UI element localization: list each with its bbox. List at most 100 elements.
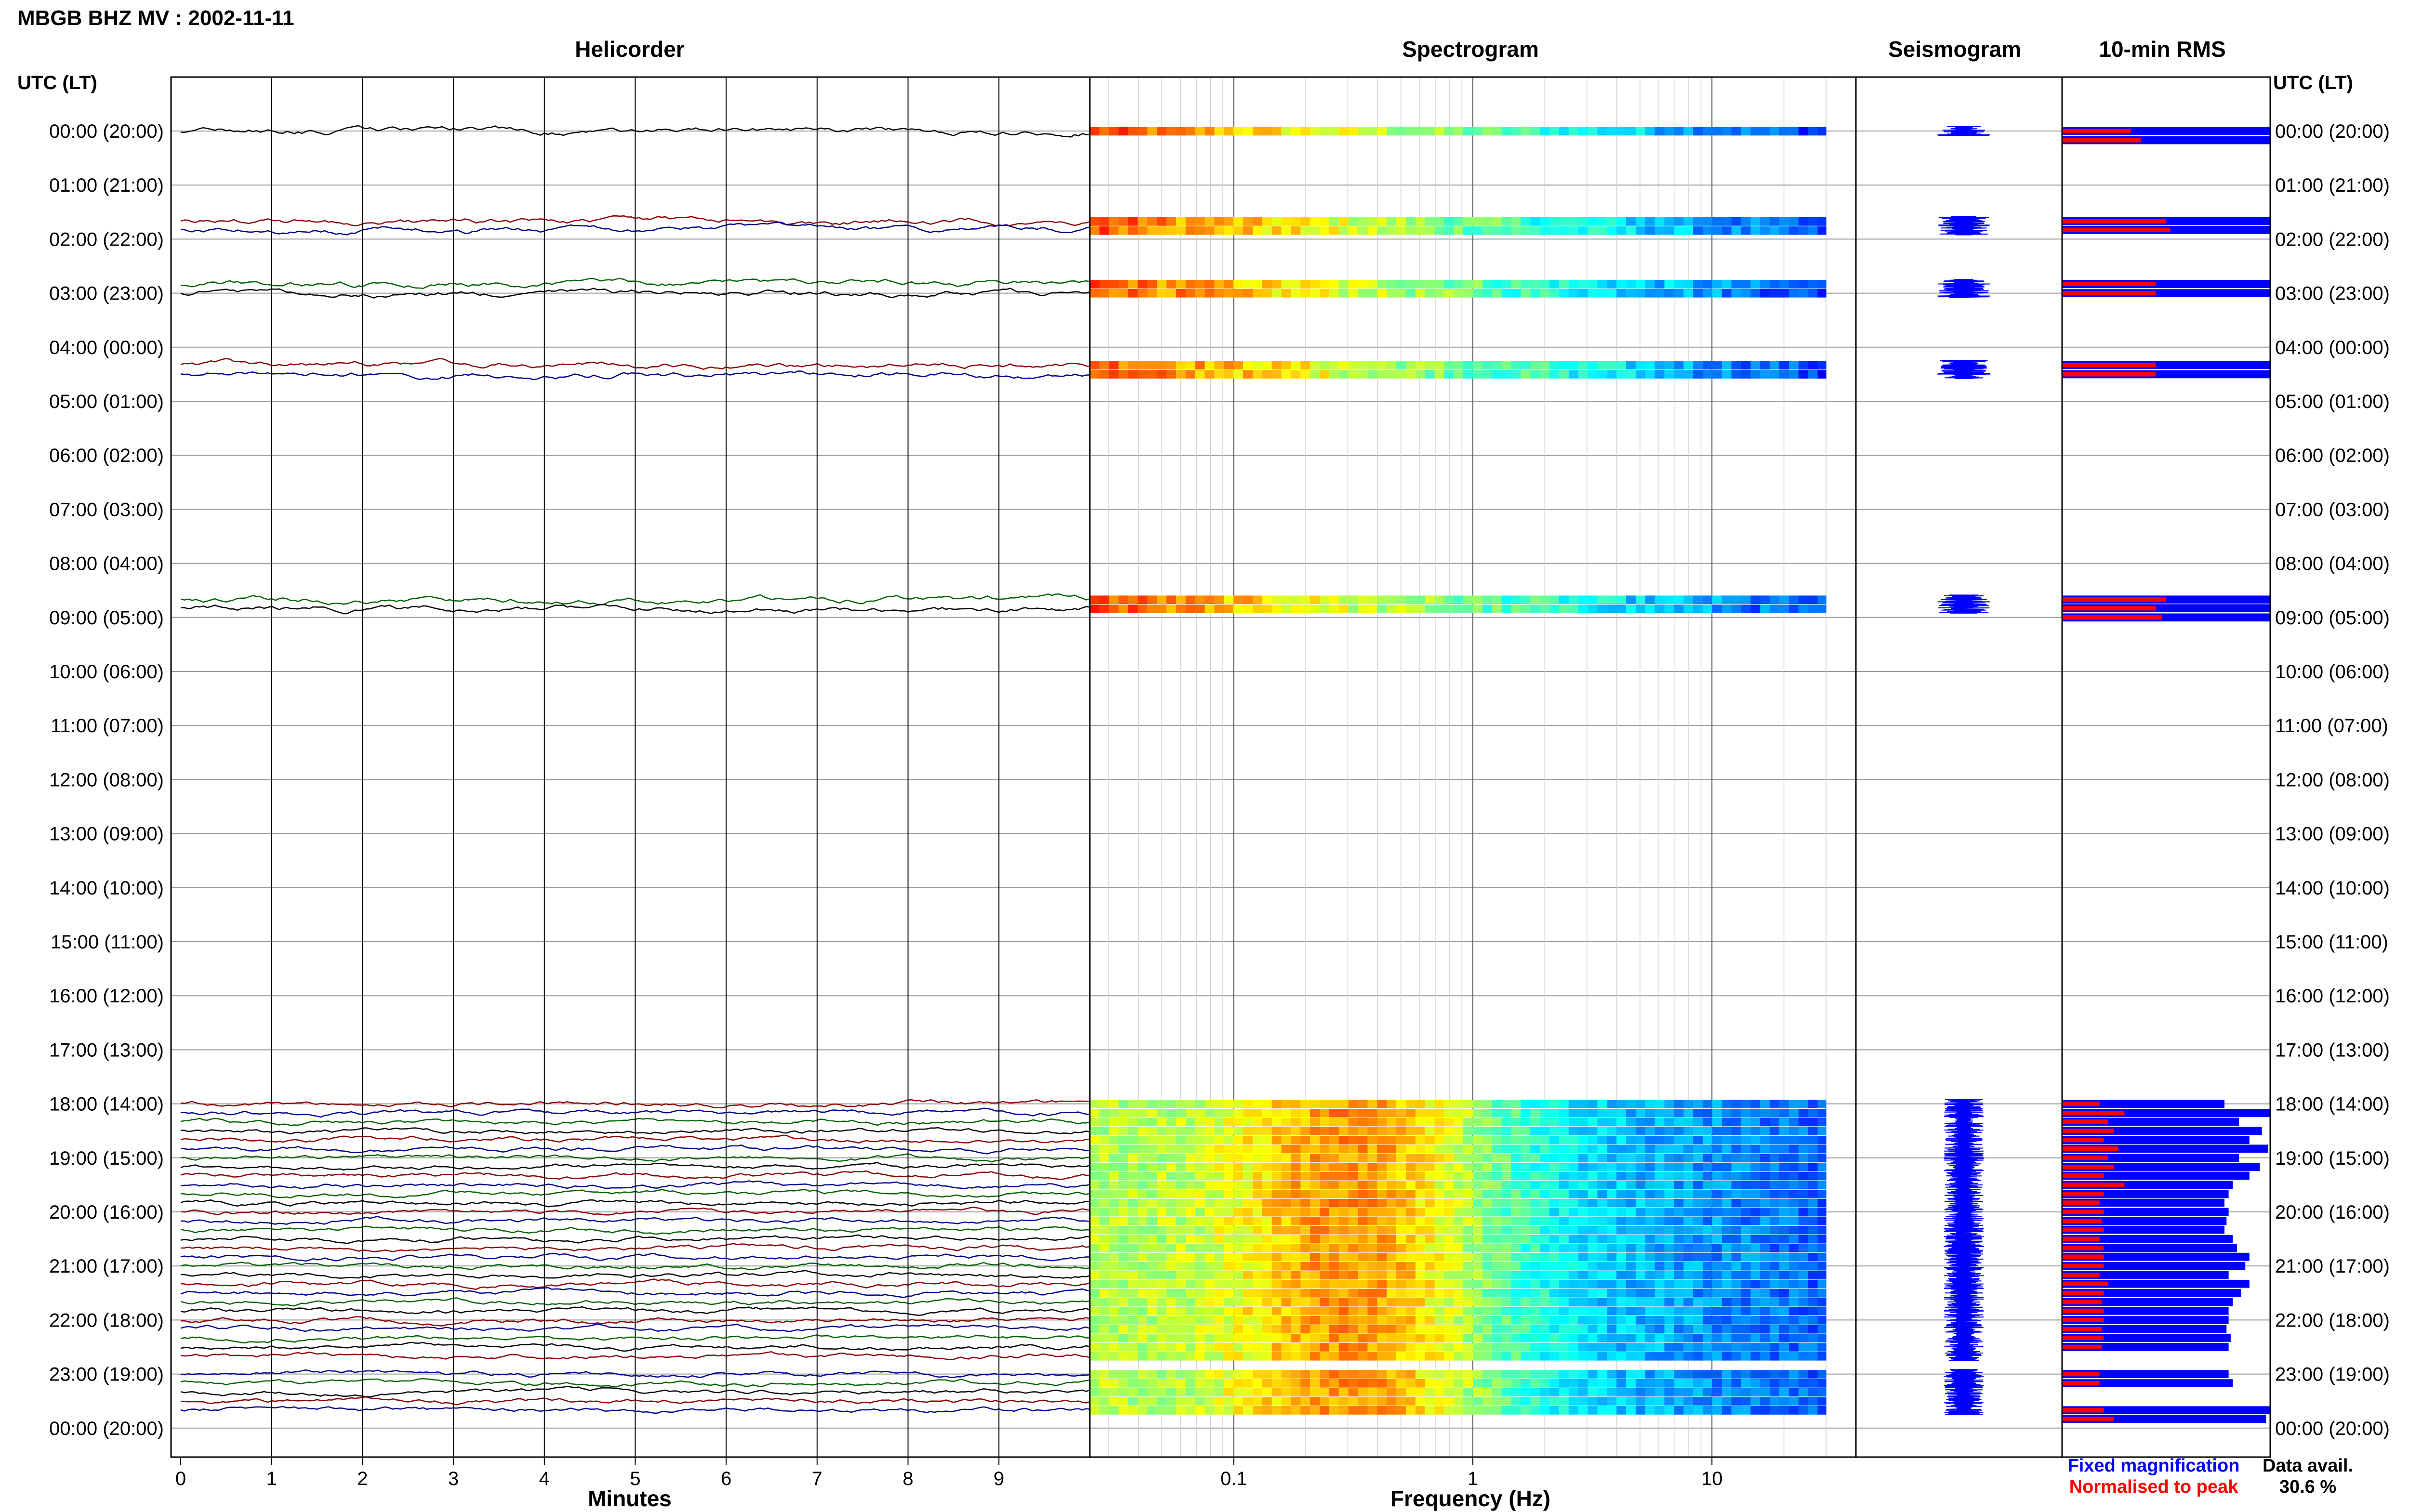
- spectrogram-cell: [1760, 370, 1770, 379]
- spectrogram-cell: [1588, 1154, 1598, 1163]
- spectrogram-cell: [1645, 1289, 1655, 1298]
- spectrogram-cell: [1683, 1100, 1694, 1108]
- spectrogram-cell: [1109, 127, 1119, 136]
- spectrogram-cell: [1358, 1271, 1368, 1280]
- spectrogram-cell: [1377, 1127, 1387, 1136]
- spectrogram-cell: [1559, 1271, 1569, 1280]
- spectrogram-cell: [1128, 1325, 1138, 1334]
- spectrogram-cell: [1348, 1100, 1359, 1108]
- spectrogram-cell: [1779, 1379, 1789, 1388]
- spectrogram-cell: [1358, 1217, 1368, 1226]
- spectrogram-cell: [1578, 1316, 1588, 1325]
- spectrogram-cell: [1118, 1271, 1129, 1280]
- spectrogram-cell: [1530, 1171, 1540, 1181]
- spectrogram-cell: [1396, 1181, 1406, 1190]
- spectrogram-cell: [1501, 1280, 1512, 1288]
- spectrogram-cell: [1118, 1181, 1129, 1190]
- spectrogram-cell: [1693, 1406, 1703, 1415]
- spectrogram-cell: [1712, 1298, 1722, 1307]
- spectrogram-cell: [1281, 595, 1291, 605]
- spectrogram-cell: [1664, 1406, 1674, 1415]
- spectrogram-cell: [1233, 1271, 1244, 1280]
- spectrogram-cell: [1712, 1154, 1722, 1163]
- spectrogram-cell: [1358, 1226, 1368, 1235]
- spectrogram-cell: [1788, 1406, 1799, 1415]
- spectrogram-cell: [1788, 1198, 1799, 1208]
- spectrogram-cell: [1597, 1235, 1607, 1244]
- spectrogram-cell: [1760, 1325, 1770, 1334]
- rms-normalised-bar: [2062, 1236, 2100, 1241]
- spectrogram-cell: [1770, 1316, 1780, 1325]
- spectrogram-cell: [1674, 1109, 1684, 1118]
- spectrogram-cell: [1405, 1208, 1416, 1217]
- spectrogram-cell: [1616, 1334, 1627, 1343]
- spectrogram-cell: [1157, 1154, 1167, 1163]
- spectrogram-cell: [1473, 1280, 1483, 1288]
- spectrogram-cell: [1703, 1208, 1713, 1217]
- spectrogram-cell: [1147, 1154, 1157, 1163]
- spectrogram-cell: [1578, 1136, 1588, 1144]
- spectrogram-cell: [1425, 1343, 1435, 1352]
- spectrogram-cell: [1233, 1262, 1244, 1271]
- spectrogram-cell: [1454, 1406, 1464, 1415]
- spectrogram-cell: [1712, 1397, 1722, 1406]
- spectrogram-cell: [1501, 1343, 1512, 1352]
- hour-label-left: 00:00 (20:00): [49, 121, 164, 142]
- spectrogram-cell: [1779, 1190, 1789, 1198]
- spectrogram-cell: [1779, 1397, 1789, 1406]
- spectrogram-cell: [1693, 1343, 1703, 1352]
- spectrogram-cell: [1770, 1343, 1780, 1352]
- spectrogram-cell: [1501, 1208, 1512, 1217]
- spectrogram-cell: [1664, 1298, 1674, 1307]
- spectrogram-cell: [1655, 1280, 1665, 1288]
- spectrogram-cell: [1281, 1171, 1291, 1181]
- spectrogram-cell: [1578, 1144, 1588, 1154]
- spectrogram-cell: [1788, 127, 1799, 136]
- spectrogram-cell: [1779, 1208, 1789, 1217]
- spectrogram-cell: [1559, 1109, 1569, 1118]
- spectrogram-cell: [1788, 1289, 1799, 1298]
- spectrogram-cell: [1109, 1235, 1119, 1244]
- spectrogram-cell: [1099, 1262, 1110, 1271]
- spectrogram-cell: [1703, 1144, 1713, 1154]
- spectrogram-cell: [1808, 1226, 1818, 1235]
- spectrogram-cell: [1463, 280, 1473, 289]
- spectrogram-cell: [1635, 1208, 1646, 1217]
- spectrogram-cell: [1588, 1171, 1598, 1181]
- spectrogram-cell: [1664, 1370, 1674, 1379]
- hour-label-right: 00:00 (20:00): [2275, 1418, 2390, 1439]
- spectrogram-cell: [1655, 1208, 1665, 1217]
- spectrogram-cell: [1635, 1343, 1646, 1352]
- spectrogram-cell: [1626, 1198, 1636, 1208]
- spectrogram-cell: [1300, 1334, 1310, 1343]
- spectrogram-cell: [1147, 1208, 1157, 1217]
- spectrogram-cell: [1808, 1190, 1818, 1198]
- spectrogram-cell: [1463, 1343, 1473, 1352]
- spectrogram-cell: [1214, 1379, 1224, 1388]
- spectrogram-cell: [1616, 226, 1627, 235]
- spectrogram-cell: [1109, 1397, 1119, 1406]
- spectrogram-cell: [1300, 1127, 1310, 1136]
- spectrogram-cell: [1185, 1343, 1196, 1352]
- spectrogram-cell: [1741, 1298, 1751, 1307]
- spectrogram-cell: [1482, 1109, 1493, 1118]
- spectrogram-cell: [1492, 1307, 1502, 1315]
- spectrogram-cell: [1195, 1379, 1205, 1388]
- spectrogram-cell: [1817, 1163, 1827, 1171]
- spectrogram-cell: [1578, 1244, 1588, 1253]
- spectrogram-cell: [1817, 1379, 1827, 1388]
- spectrogram-cell: [1607, 1307, 1617, 1315]
- spectrogram-cell: [1358, 1109, 1368, 1118]
- spectrogram-cell: [1291, 1352, 1301, 1361]
- spectrogram-cell: [1310, 1109, 1320, 1118]
- spectrogram-cell: [1674, 1343, 1684, 1352]
- spectrogram-cell: [1616, 1198, 1627, 1208]
- spectrogram-cell: [1626, 1388, 1636, 1397]
- spectrogram-cell: [1090, 1379, 1100, 1388]
- spectrogram-cell: [1118, 361, 1129, 370]
- spectrogram-cell: [1434, 127, 1444, 136]
- spectrogram-cell: [1138, 289, 1148, 298]
- spectrogram-cell: [1549, 595, 1560, 605]
- spectrogram-cell: [1721, 1217, 1732, 1226]
- spectrogram-cell: [1607, 1280, 1617, 1288]
